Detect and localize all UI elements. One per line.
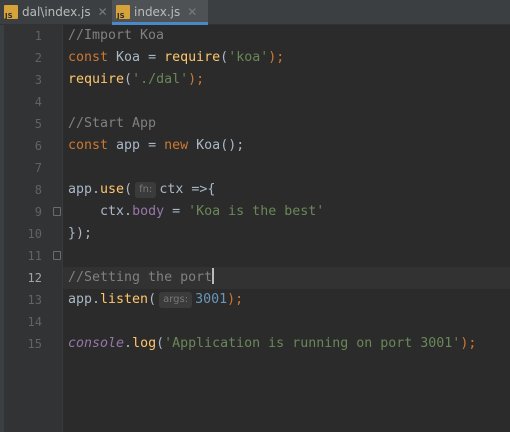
code-punctuation: ); xyxy=(188,72,205,87)
code-string: 'Koa is the best' xyxy=(188,204,325,219)
line-number: 2 xyxy=(34,51,42,65)
code-identifier: Koa xyxy=(116,50,141,65)
javascript-file-icon xyxy=(4,5,18,20)
code-editor[interactable]: //Import Koa const Koa = require('koa');… xyxy=(63,25,510,432)
code-function: use xyxy=(100,182,125,197)
line-number: 14 xyxy=(27,315,42,329)
code-number: 3001 xyxy=(195,292,228,307)
code-line-9[interactable]: ctx.body = 'Koa is the best' xyxy=(68,201,324,223)
code-parameter: ctx =>{ xyxy=(159,182,216,197)
text-caret xyxy=(212,268,215,284)
code-line-2[interactable]: const Koa = require('koa'); xyxy=(68,47,284,69)
code-line-15[interactable]: console.log('Application is running on p… xyxy=(68,333,476,355)
line-number: 6 xyxy=(34,139,42,153)
code-function: require xyxy=(164,50,221,65)
line-number: 8 xyxy=(34,183,42,197)
code-operator: = xyxy=(148,138,157,153)
line-number: 3 xyxy=(34,73,42,87)
parameter-hint: fn: xyxy=(135,182,157,198)
code-keyword: new xyxy=(164,138,189,153)
code-punctuation: ); xyxy=(227,292,244,307)
line-number: 1 xyxy=(34,29,42,43)
code-object: app. xyxy=(68,182,101,197)
line-number: 4 xyxy=(34,95,42,109)
line-number-active: 12 xyxy=(27,271,42,285)
code-line-10[interactable]: }); xyxy=(68,223,92,245)
code-comment: //Start App xyxy=(68,116,157,131)
line-numbers: 1 2 3 4 5 6 7 8 9 10 11 12 13 14 15 xyxy=(4,25,42,355)
code-paren: ( xyxy=(124,182,133,197)
code-object: app. xyxy=(68,292,101,307)
code-object: ctx. xyxy=(100,204,133,219)
parameter-hint: args: xyxy=(159,292,193,308)
close-icon[interactable]: ✕ xyxy=(187,5,197,19)
fold-open-icon[interactable] xyxy=(53,207,61,216)
code-string: 'koa' xyxy=(228,50,269,65)
code-dot: . xyxy=(124,336,133,351)
code-line-1[interactable]: //Import Koa xyxy=(68,25,164,47)
code-comment: //Import Koa xyxy=(68,28,165,43)
code-identifier: app xyxy=(116,138,141,153)
code-line-3[interactable]: require('./dal'); xyxy=(68,69,204,91)
line-number: 15 xyxy=(27,337,42,351)
close-icon[interactable]: ✕ xyxy=(98,5,108,19)
code-operator: = xyxy=(148,50,157,65)
code-paren: ( xyxy=(124,72,133,87)
code-line-13[interactable]: app.listen(args: 3001); xyxy=(68,289,243,311)
code-line-8[interactable]: app.use(fn: ctx =>{ xyxy=(68,179,215,201)
line-number: 10 xyxy=(27,227,42,241)
code-paren: ( xyxy=(148,292,157,307)
code-global: console xyxy=(68,336,125,351)
code-comment: //Setting the port xyxy=(68,270,213,285)
line-number: 9 xyxy=(34,205,42,219)
code-paren: ( xyxy=(220,50,229,65)
code-call: Koa(); xyxy=(196,138,245,153)
tab-dal-index-js[interactable]: dal\index.js ✕ xyxy=(0,0,108,24)
line-number: 11 xyxy=(27,249,42,263)
editor-tab-bar: dal\index.js ✕ index.js ✕ xyxy=(0,0,510,25)
code-punctuation: ); xyxy=(268,50,285,65)
code-string: 'Application is running on port 3001' xyxy=(164,336,461,351)
code-punctuation: ); xyxy=(460,336,477,351)
tab-label: dal\index.js xyxy=(22,5,91,19)
code-line-6[interactable]: const app = new Koa(); xyxy=(68,135,244,157)
code-line-12[interactable]: //Setting the port xyxy=(68,267,215,289)
line-number-gutter: 1 2 3 4 5 6 7 8 9 10 11 12 13 14 15 xyxy=(4,25,63,432)
code-keyword: const xyxy=(68,138,109,153)
code-keyword: const xyxy=(68,50,109,65)
code-string: './dal' xyxy=(132,72,189,87)
code-function: require xyxy=(68,72,125,87)
tab-index-js[interactable]: index.js ✕ xyxy=(112,0,208,25)
code-function: listen xyxy=(100,292,149,307)
code-property: body xyxy=(132,204,165,219)
line-number: 5 xyxy=(34,117,42,131)
code-punctuation: }); xyxy=(68,226,93,241)
line-number: 7 xyxy=(34,161,42,175)
line-number: 13 xyxy=(27,293,42,307)
javascript-file-icon xyxy=(116,5,130,20)
code-function: log xyxy=(132,336,157,351)
code-line-5[interactable]: //Start App xyxy=(68,113,156,135)
fold-close-icon[interactable] xyxy=(53,251,61,260)
tab-label: index.js xyxy=(134,5,181,19)
code-operator: = xyxy=(172,204,181,219)
code-paren: ( xyxy=(156,336,165,351)
